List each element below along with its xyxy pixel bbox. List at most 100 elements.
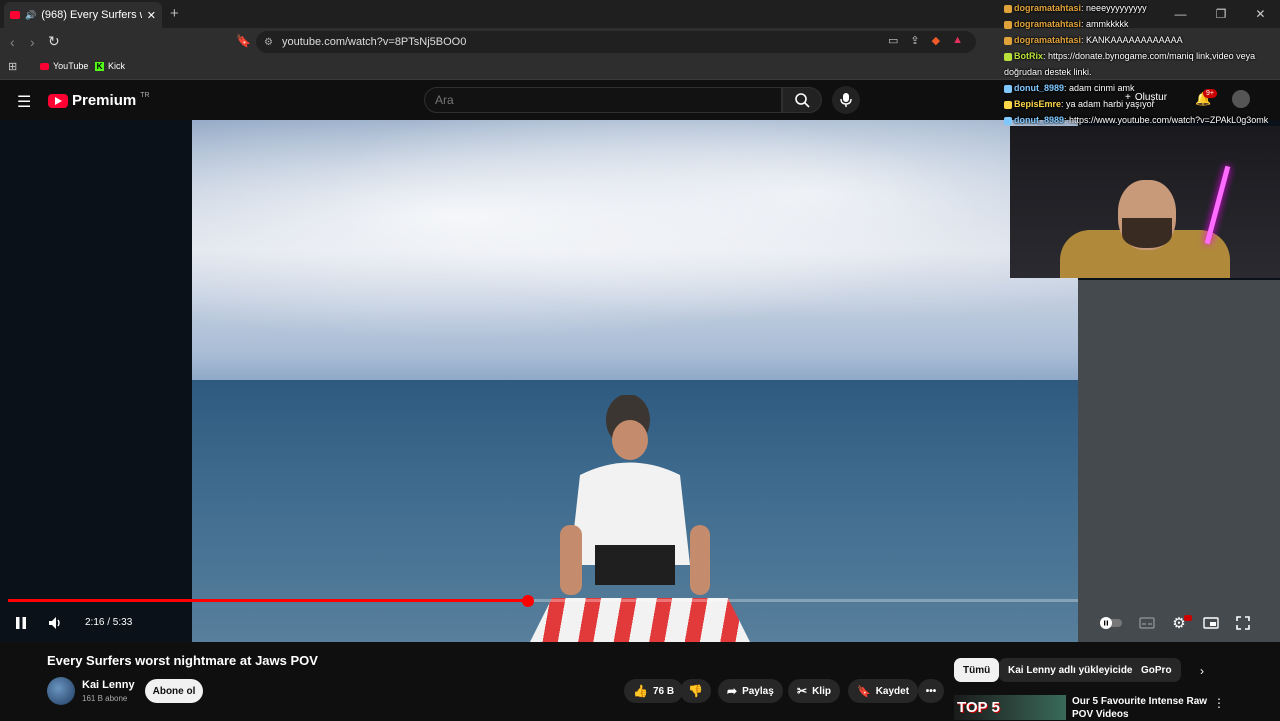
progress-scrubber[interactable] xyxy=(522,595,535,607)
speaker-icon[interactable]: 🔊 xyxy=(25,10,36,21)
volume-icon xyxy=(49,617,60,629)
fullscreen-button[interactable] xyxy=(1232,614,1254,632)
new-tab-icon[interactable]: + xyxy=(170,5,179,22)
chips-next-icon[interactable]: › xyxy=(1200,664,1204,678)
youtube-icon xyxy=(40,62,49,70)
bookmark-kick[interactable]: K Kick xyxy=(95,61,125,71)
kick-icon: K xyxy=(95,61,104,71)
chat-message: dogramatahtasi: ammkkkkk xyxy=(1002,16,1280,32)
chat-badge-icon xyxy=(1004,36,1012,45)
chat-username: donut_8989 xyxy=(1014,115,1065,125)
share-icon[interactable]: ⇪ xyxy=(910,34,919,47)
video-title: Every Surfers worst nightmare at Jaws PO… xyxy=(47,653,318,668)
chip-gopro[interactable]: GoPro xyxy=(1132,658,1181,682)
chat-text: ammkkkkk xyxy=(1086,19,1129,29)
chat-message: dogramatahtasi: neeeyyyyyyyyy xyxy=(1002,0,1280,16)
clip-label: Klip xyxy=(812,685,831,697)
back-icon[interactable]: ‹ xyxy=(10,34,15,50)
scissors-icon: ✂ xyxy=(797,684,808,698)
browser-tab[interactable]: 🔊 (968) Every Surfers worst nigh ✕ xyxy=(4,2,162,28)
subscribe-button[interactable]: Abone ol xyxy=(145,679,203,703)
video-surfer xyxy=(560,395,710,595)
video-clouds xyxy=(192,120,1078,360)
search-button[interactable] xyxy=(782,87,822,113)
tab-title: (968) Every Surfers worst nigh xyxy=(41,9,142,21)
site-info-icon[interactable]: ⚙ xyxy=(264,37,273,48)
search-input[interactable] xyxy=(424,87,782,113)
chip-all[interactable]: Tümü xyxy=(954,658,1000,682)
chat-badge-icon xyxy=(1004,20,1012,29)
thumbs-up-icon: 👍 xyxy=(633,684,648,698)
miniplayer-button[interactable] xyxy=(1200,614,1222,632)
brave-rewards-icon[interactable]: ▲ xyxy=(952,34,963,47)
time-display: 2:16 / 5:33 xyxy=(85,617,133,628)
autoplay-toggle[interactable] xyxy=(1100,614,1122,632)
volume-button[interactable] xyxy=(44,614,66,632)
cast-icon[interactable]: ▭ xyxy=(888,34,898,47)
video-surfboard xyxy=(530,598,750,642)
dislike-button[interactable]: 👎 xyxy=(680,679,711,703)
chat-username: dogramatahtasi xyxy=(1014,3,1082,13)
microphone-icon xyxy=(840,93,852,107)
close-tab-icon[interactable]: ✕ xyxy=(147,9,156,22)
like-button[interactable]: 👍 76 B xyxy=(624,679,684,703)
reload-icon[interactable]: ↻ xyxy=(48,33,60,50)
save-label: Kaydet xyxy=(875,685,910,697)
chat-message: donut_8989: adam cinmi amk xyxy=(1002,80,1280,96)
save-button[interactable]: 🔖 Kaydet xyxy=(848,679,919,703)
thumbnail-text: TOP 5 xyxy=(957,699,1000,716)
menu-icon[interactable]: ☰ xyxy=(17,92,31,112)
chat-badge-icon xyxy=(1004,4,1012,13)
bookmark-icon[interactable]: 🔖 xyxy=(236,34,251,48)
recommendation-menu-icon[interactable]: ⋮ xyxy=(1213,696,1225,710)
clip-button[interactable]: ✂ Klip xyxy=(788,679,840,703)
recommendation-thumbnail[interactable]: TOP 5 xyxy=(954,695,1066,720)
chat-username: BepisEmre xyxy=(1014,99,1062,109)
autoplay-icon xyxy=(1100,617,1122,629)
chat-username: BotRix xyxy=(1014,51,1043,61)
chat-message: dogramatahtasi: KANKAAAAAAAAAAAA xyxy=(1002,32,1280,48)
video-side-panel xyxy=(1078,280,1280,642)
logo-text: Premium xyxy=(72,92,137,109)
apps-grid-icon[interactable]: ⊞ xyxy=(8,60,17,73)
chat-badge-icon xyxy=(1004,116,1012,125)
webcam-beard xyxy=(1122,218,1172,248)
like-count: 76 B xyxy=(652,685,675,697)
chat-text: KANKAAAAAAAAAAAA xyxy=(1086,35,1183,45)
toolbar-actions: ▭ ⇪ ◆ ▲ xyxy=(888,34,963,47)
channel-name[interactable]: Kai Lenny xyxy=(82,679,135,691)
pause-icon xyxy=(16,617,26,629)
voice-search-button[interactable] xyxy=(832,86,860,114)
subscriber-count: 161 B abone xyxy=(82,694,128,703)
url-text: youtube.com/watch?v=8PTsNj5BOO0 xyxy=(282,36,467,48)
more-actions-button[interactable]: ••• xyxy=(918,679,944,703)
chip-uploader[interactable]: Kai Lenny adlı yükleyiciden xyxy=(999,658,1148,682)
forward-icon[interactable]: › xyxy=(30,34,35,50)
bookmark-youtube[interactable]: YouTube xyxy=(40,61,88,71)
thumbs-down-icon: 👎 xyxy=(688,684,703,698)
brave-shield-icon[interactable]: ◆ xyxy=(932,34,940,47)
bookmark-label: Kick xyxy=(108,61,126,71)
chat-text: neeeyyyyyyyyy xyxy=(1086,3,1147,13)
pause-button[interactable] xyxy=(10,614,32,632)
miniplayer-icon xyxy=(1203,617,1219,629)
recommendation-title[interactable]: Our 5 Favourite Intense Raw POV Videos xyxy=(1072,695,1212,721)
logo-region: TR xyxy=(140,92,150,99)
chat-message: BotRix: https://donate.bynogame.com/mani… xyxy=(1004,51,1256,77)
fullscreen-icon xyxy=(1236,616,1250,630)
youtube-premium-logo[interactable]: Premium TR xyxy=(48,92,150,109)
chat-message: BepisEmre: ya adam harbi yaşıyor xyxy=(1002,96,1280,112)
address-bar[interactable]: ⚙ youtube.com/watch?v=8PTsNj5BOO0 xyxy=(256,31,976,53)
share-button[interactable]: ➦ Paylaş xyxy=(718,679,783,703)
chat-message: donut_8989: https://www.youtube.com/watc… xyxy=(1002,112,1280,128)
chat-text: adam cinmi amk xyxy=(1069,83,1135,93)
chat-username: dogramatahtasi xyxy=(1014,35,1082,45)
chat-text: https://www.youtube.com/watch?v=ZPAkL0g3… xyxy=(1069,115,1269,125)
search-icon xyxy=(795,93,810,108)
chat-badge-icon xyxy=(1004,84,1012,93)
channel-avatar[interactable] xyxy=(47,677,75,705)
subtitles-button[interactable] xyxy=(1136,614,1158,632)
subtitles-icon xyxy=(1139,617,1155,629)
bookmark-label: YouTube xyxy=(53,61,89,71)
more-dots-icon: ••• xyxy=(925,685,937,697)
